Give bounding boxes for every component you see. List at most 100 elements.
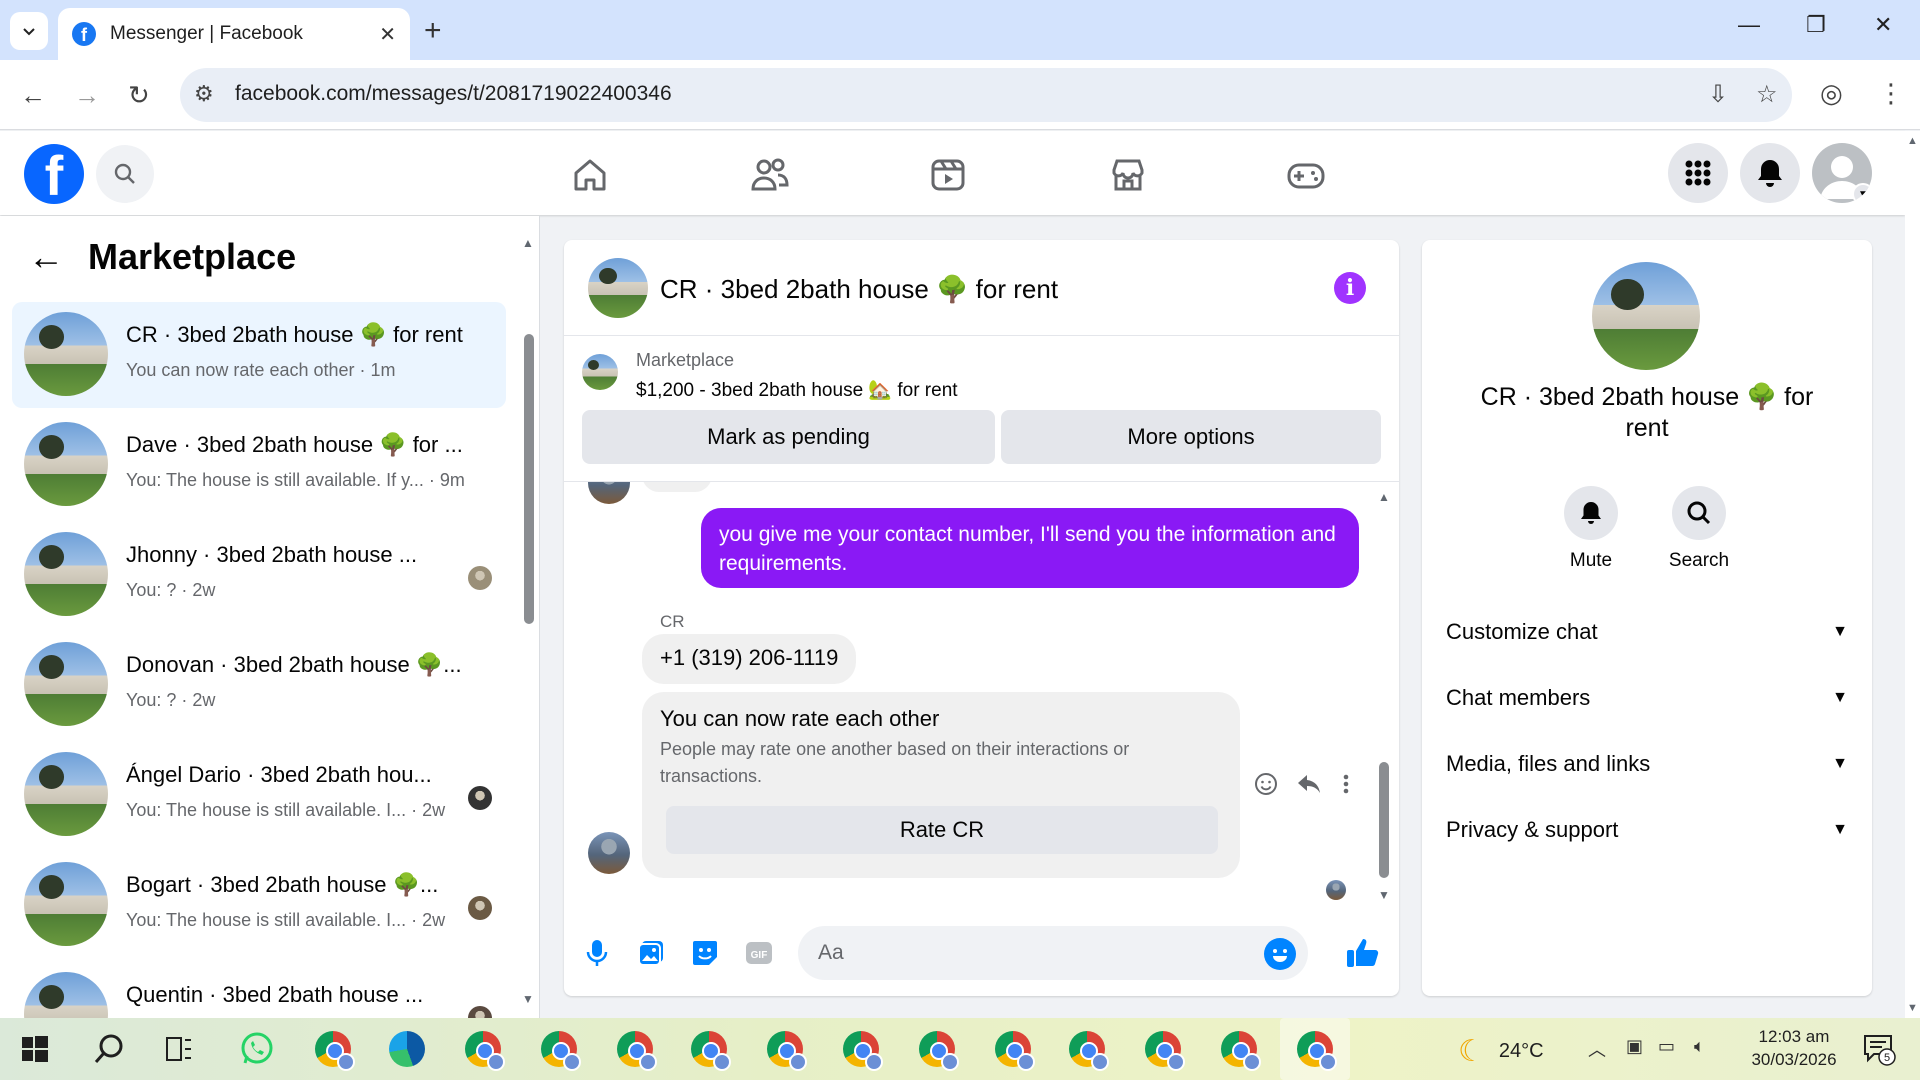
rate-cr-button[interactable]: Rate CR <box>666 806 1218 854</box>
conversation-title[interactable]: CR · 3bed 2bath house 🌳 for rent <box>660 274 1058 305</box>
voice-clip-button[interactable] <box>580 936 614 970</box>
message-thread-scrollbar[interactable]: ▲ ▼ <box>1378 490 1390 902</box>
network-icon[interactable]: ▭ <box>1658 1036 1675 1057</box>
system-clock[interactable]: 12:03 am 30/03/2026 <box>1734 1026 1854 1072</box>
chrome-taskbar-button[interactable] <box>688 1028 731 1071</box>
chat-list-item[interactable]: Donovan · 3bed 2bath house 🌳... You: ? · … <box>12 632 506 738</box>
restore-icon[interactable]: ❐ <box>1806 12 1826 38</box>
search-action[interactable]: Search <box>1654 486 1744 572</box>
mute-button[interactable] <box>1564 486 1618 540</box>
emoji-icon[interactable] <box>1264 938 1296 970</box>
edge-taskbar-button[interactable] <box>386 1028 428 1070</box>
site-info-icon[interactable]: ⚙ <box>194 81 214 107</box>
profile-account-icon[interactable]: ◎ <box>1820 78 1843 109</box>
scroll-up-arrow-icon[interactable]: ▲ <box>1378 490 1390 504</box>
chat-list-item[interactable]: Quentin · 3bed 2bath house ...You: The h… <box>12 962 506 1018</box>
message-input[interactable]: Aa <box>798 926 1308 980</box>
details-avatar[interactable] <box>1592 262 1700 370</box>
back-arrow-icon[interactable]: ← <box>28 236 64 278</box>
minimize-icon[interactable]: — <box>1738 12 1760 38</box>
reload-icon[interactable]: ↻ <box>128 80 150 111</box>
more-options-button[interactable]: More options <box>1001 410 1381 464</box>
chat-members-section[interactable]: Chat members ▼ <box>1446 678 1848 718</box>
chat-list-item[interactable]: Ángel Dario · 3bed 2bath hou... You: The … <box>12 742 506 848</box>
chat-list-item[interactable]: Jhonny · 3bed 2bath house ... You: ? · 2w <box>12 522 506 628</box>
weather-widget[interactable]: ☾ 24°C <box>1458 1034 1544 1069</box>
react-emoji-icon[interactable] <box>1254 772 1278 796</box>
chrome-taskbar-button[interactable] <box>840 1028 883 1071</box>
facebook-search-button[interactable] <box>96 145 154 203</box>
marketplace-nav-button[interactable] <box>1104 151 1152 199</box>
more-vertical-icon[interactable] <box>1340 772 1352 796</box>
meet-now-icon[interactable]: ▣ <box>1626 1036 1643 1057</box>
browser-tab-messenger[interactable]: f Messenger | Facebook ✕ <box>58 8 410 60</box>
send-like-button[interactable] <box>1346 936 1380 970</box>
chrome-taskbar-button[interactable] <box>462 1028 505 1071</box>
forward-icon[interactable]: → <box>74 80 100 111</box>
listing-thumbnail[interactable] <box>582 354 618 390</box>
browser-menu-icon[interactable]: ⋮ <box>1878 78 1904 109</box>
chat-list-item[interactable]: Dave · 3bed 2bath house 🌳 for ... You: Th… <box>12 412 506 518</box>
info-icon[interactable]: i <box>1334 272 1366 304</box>
chrome-taskbar-button[interactable] <box>538 1028 581 1071</box>
taskbar-search-button[interactable] <box>88 1028 130 1070</box>
sender-avatar[interactable] <box>588 832 630 874</box>
chrome-taskbar-button[interactable] <box>312 1028 355 1071</box>
privacy-support-section[interactable]: Privacy & support ▼ <box>1446 810 1848 850</box>
chrome-taskbar-button[interactable] <box>992 1028 1035 1071</box>
back-icon[interactable]: ← <box>20 80 46 111</box>
chat-list-scrollbar[interactable]: ▲ ▼ <box>522 236 534 1006</box>
chrome-taskbar-button[interactable] <box>1218 1028 1261 1071</box>
chrome-taskbar-button[interactable] <box>1294 1028 1337 1071</box>
url-text[interactable]: facebook.com/messages/t/2081719022400346 <box>235 82 672 106</box>
scrollbar-thumb[interactable] <box>524 334 534 624</box>
friends-nav-button[interactable] <box>746 151 794 199</box>
chrome-taskbar-button[interactable] <box>916 1028 959 1071</box>
scrollbar-thumb[interactable] <box>1379 762 1389 878</box>
tab-search-button[interactable] <box>10 12 48 50</box>
scroll-up-arrow-icon[interactable]: ▲ <box>522 236 534 250</box>
video-nav-button[interactable] <box>924 151 972 199</box>
reply-icon[interactable] <box>1296 772 1322 796</box>
volume-icon[interactable]: 🔈︎ <box>1694 1036 1705 1057</box>
whatsapp-taskbar-button[interactable] <box>236 1028 278 1070</box>
conversation-avatar[interactable] <box>588 258 648 318</box>
close-window-icon[interactable]: ✕ <box>1874 12 1892 38</box>
outgoing-message-bubble[interactable]: you give me your contact number, I'll se… <box>701 508 1359 588</box>
new-tab-icon[interactable]: + <box>424 14 442 48</box>
scroll-down-arrow-icon[interactable]: ▼ <box>1378 888 1390 902</box>
customize-chat-section[interactable]: Customize chat ▼ <box>1446 612 1848 652</box>
incoming-message-bubble[interactable]: +1 (319) 206-1119 <box>642 634 857 684</box>
start-button[interactable] <box>14 1028 56 1070</box>
tab-close-icon[interactable]: ✕ <box>379 22 396 47</box>
notifications-button[interactable] <box>1740 143 1800 203</box>
page-scrollbar[interactable]: ▲ ▼ <box>1905 131 1920 1018</box>
address-bar[interactable]: ⚙ facebook.com/messages/t/20817190224003… <box>180 68 1792 122</box>
notification-center-button[interactable]: 5 <box>1862 1032 1896 1066</box>
search-in-conversation-button[interactable] <box>1672 486 1726 540</box>
attach-photo-button[interactable] <box>634 936 668 970</box>
show-hidden-icons-chevron-icon[interactable]: ︿ <box>1588 1036 1606 1062</box>
mark-as-pending-button[interactable]: Mark as pending <box>582 410 995 464</box>
menu-grid-button[interactable] <box>1668 143 1728 203</box>
gaming-nav-button[interactable] <box>1282 151 1330 199</box>
media-files-links-section[interactable]: Media, files and links ▼ <box>1446 744 1848 784</box>
chrome-taskbar-button[interactable] <box>1142 1028 1185 1071</box>
bookmark-star-icon[interactable]: ☆ <box>1756 80 1778 109</box>
scroll-up-arrow-icon[interactable]: ▲ <box>1907 135 1918 147</box>
sticker-button[interactable] <box>688 936 722 970</box>
scroll-down-arrow-icon[interactable]: ▼ <box>522 992 534 1006</box>
scroll-down-arrow-icon[interactable]: ▼ <box>1907 1002 1918 1014</box>
chrome-taskbar-button[interactable] <box>764 1028 807 1071</box>
facebook-logo-icon[interactable]: f <box>24 144 84 204</box>
account-profile-button[interactable]: ▼ <box>1812 143 1872 203</box>
chrome-taskbar-button[interactable] <box>614 1028 657 1071</box>
gif-button[interactable]: GIF <box>742 936 776 970</box>
install-app-icon[interactable]: ⇩ <box>1708 80 1728 109</box>
chat-list-item[interactable]: CR · 3bed 2bath house 🌳 for rent You can … <box>12 302 506 408</box>
mute-action[interactable]: Mute <box>1546 486 1636 572</box>
listing-price-title[interactable]: $1,200 - 3bed 2bath house 🏡 for rent <box>636 378 958 402</box>
task-view-button[interactable] <box>158 1028 200 1070</box>
home-nav-button[interactable] <box>566 151 614 199</box>
chrome-taskbar-button[interactable] <box>1066 1028 1109 1071</box>
